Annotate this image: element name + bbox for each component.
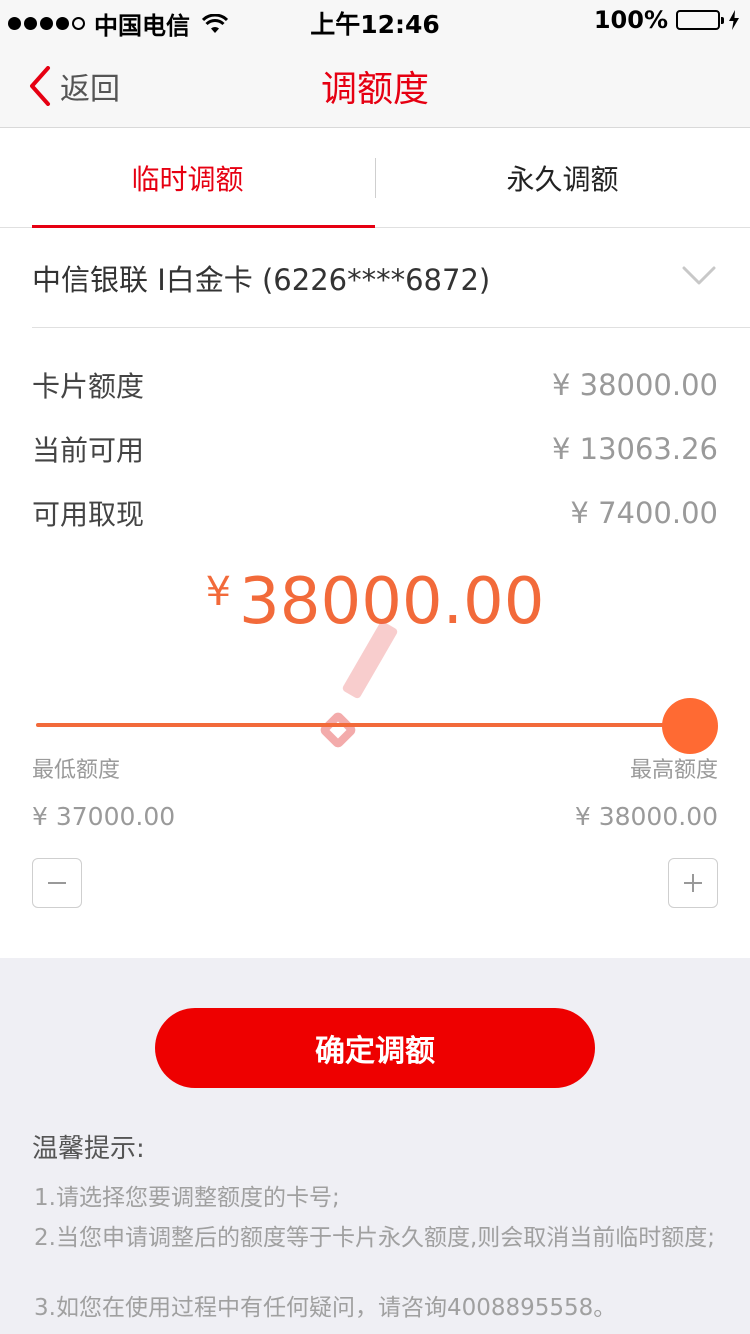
info-value: ¥ 7400.00 [570,496,718,530]
max-limit-value: ¥ 38000.00 [574,802,718,831]
plus-icon [684,874,702,892]
battery-percent: 100% [593,6,668,34]
minus-icon [48,882,66,884]
info-label: 可用取现 [32,498,145,531]
tab-bar: 临时调额 永久调额 [0,128,750,228]
info-row-cash-available: 可用取现 ¥ 7400.00 [32,488,718,538]
min-limit-value: ¥ 37000.00 [32,802,176,831]
slider-track [36,723,696,727]
nav-bar: 返回 调额度 [0,40,750,128]
battery-icon [676,10,724,30]
chevron-down-icon [682,266,716,285]
max-limit-label: 最高额度 [629,758,718,783]
info-row-card-limit: 卡片额度 ¥ 38000.00 [32,360,718,410]
tip-item: 1.请选择您要调整额度的卡号; [34,1185,340,1211]
limit-slider[interactable] [36,698,718,754]
tip-item: 2.当您申请调整后的额度等于卡片永久额度,则会取消当前临时额度; [34,1225,716,1251]
info-row-available: 当前可用 ¥ 13063.26 [32,424,718,474]
card-name: 中信银联 I白金卡 (6226****6872) [32,262,491,297]
bottom-panel: 确定调额 温馨提示: 1.请选择您要调整额度的卡号; 2.当您申请调整后的额度等… [0,958,750,1334]
tips-title: 温馨提示: [32,1134,145,1164]
tab-temporary-adjust[interactable]: 临时调额 [0,128,375,228]
min-limit-label: 最低额度 [32,758,121,783]
increase-button[interactable] [668,858,718,908]
page-title: 调额度 [320,69,429,110]
info-label: 卡片额度 [32,370,145,403]
card-selector[interactable]: 中信银联 I白金卡 (6226****6872) [32,228,750,328]
amount-value: 38000.00 [239,565,545,639]
confirm-adjust-button[interactable]: 确定调额 [155,1008,595,1088]
tip-item: 3.如您在使用过程中有任何疑问，请咨询4008895558。 [34,1295,617,1321]
tab-permanent-adjust[interactable]: 永久调额 [375,128,750,228]
info-value: ¥ 13063.26 [551,432,718,466]
decrease-button[interactable] [32,858,82,908]
slider-thumb[interactable] [662,698,718,754]
charging-bolt-icon [729,10,739,30]
selected-amount: ¥38000.00 [0,565,750,639]
status-bar: 中国电信 上午12:46 100% [0,0,750,40]
info-label: 当前可用 [32,434,145,467]
battery-status: 100% [594,6,740,34]
amount-currency: ¥ [205,569,232,615]
info-value: ¥ 38000.00 [551,368,718,402]
